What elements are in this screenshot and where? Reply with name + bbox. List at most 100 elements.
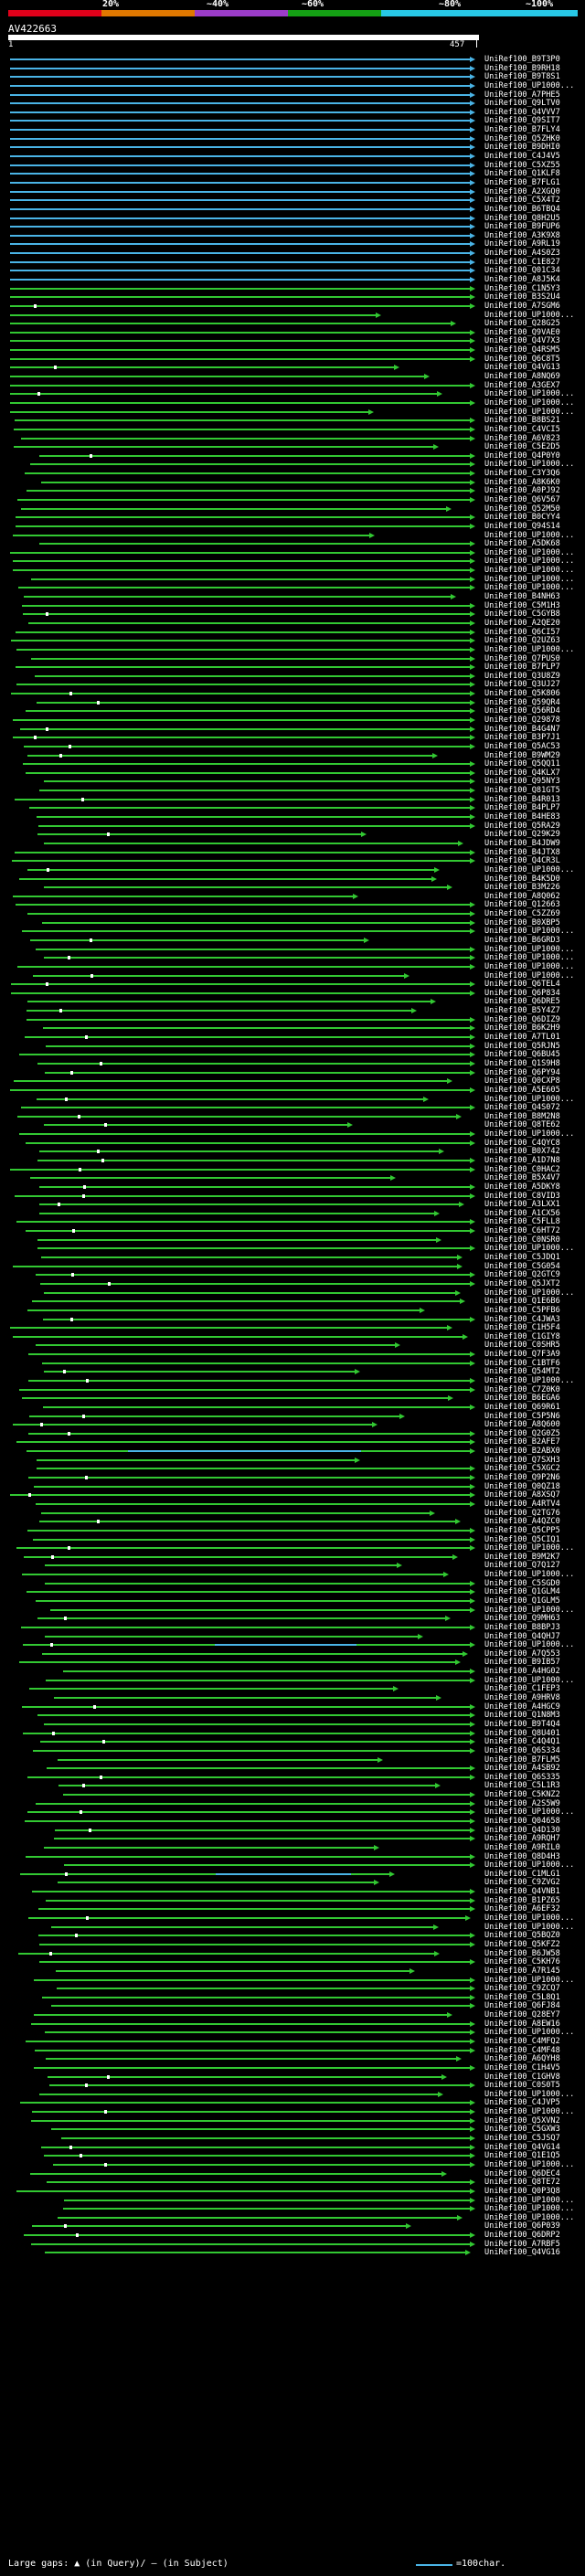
- hit-alignment-bar[interactable]: [10, 111, 470, 113]
- hit-label[interactable]: UniRef100_C1H5F4: [484, 1323, 560, 1332]
- hit-alignment-bar[interactable]: [10, 181, 470, 184]
- hit-alignment-bar[interactable]: [10, 217, 470, 219]
- hit-label[interactable]: UniRef100_UP1000...: [484, 1288, 574, 1298]
- hit-label[interactable]: UniRef100_C1GHV8: [484, 2072, 560, 2082]
- hit-label[interactable]: UniRef100_C7Z0K0: [484, 1385, 560, 1394]
- hit-label[interactable]: UniRef100_Q1KLF8: [484, 169, 560, 178]
- hit-label[interactable]: UniRef100_Q6BU45: [484, 1050, 560, 1059]
- hit-label[interactable]: UniRef100_Q69R61: [484, 1403, 560, 1412]
- hit-label[interactable]: UniRef100_A7TL01: [484, 1033, 560, 1042]
- hit-label[interactable]: UniRef100_B5X4V7: [484, 1173, 560, 1182]
- hit-alignment-bar[interactable]: [10, 323, 451, 325]
- hit-label[interactable]: UniRef100_Q3UJ27: [484, 680, 560, 689]
- hit-label[interactable]: UniRef100_B6EGA6: [484, 1394, 560, 1403]
- hit-label[interactable]: UniRef100_A5E605: [484, 1086, 560, 1095]
- hit-alignment-bar[interactable]: [63, 1670, 470, 1673]
- hit-alignment-bar[interactable]: [42, 1652, 463, 1655]
- hit-alignment-bar[interactable]: [22, 1397, 448, 1400]
- hit-label[interactable]: UniRef100_B8BS21: [484, 416, 560, 425]
- hit-alignment-bar[interactable]: [10, 376, 424, 378]
- hit-alignment-bar[interactable]: [36, 1274, 470, 1277]
- hit-alignment-bar[interactable]: [10, 173, 470, 175]
- hit-alignment-bar[interactable]: [26, 771, 470, 774]
- hit-label[interactable]: UniRef100_Q56RD4: [484, 706, 560, 716]
- hit-label[interactable]: UniRef100_A8XSQ7: [484, 1490, 560, 1500]
- hit-label[interactable]: UniRef100_C5FLL8: [484, 1217, 560, 1226]
- hit-alignment-bar[interactable]: [39, 454, 470, 457]
- hit-label[interactable]: UniRef100_B9DHI0: [484, 143, 560, 152]
- hit-label[interactable]: UniRef100_Q9VAE0: [484, 328, 560, 337]
- hit-alignment-bar[interactable]: [28, 1380, 470, 1382]
- hit-label[interactable]: UniRef100_Q5K806: [484, 689, 560, 698]
- hit-alignment-bar[interactable]: [37, 1247, 470, 1250]
- hit-alignment-bar[interactable]: [10, 551, 470, 554]
- hit-label[interactable]: UniRef100_B9WM29: [484, 751, 560, 760]
- hit-alignment-bar[interactable]: [40, 1282, 470, 1285]
- hit-alignment-bar[interactable]: [32, 2225, 406, 2228]
- hit-alignment-bar[interactable]: [22, 604, 470, 607]
- hit-alignment-bar[interactable]: [45, 1071, 470, 1074]
- hit-alignment-bar[interactable]: [54, 1697, 436, 1700]
- hit-alignment-bar[interactable]: [44, 842, 458, 844]
- hit-label[interactable]: UniRef100_C5PFB6: [484, 1306, 560, 1315]
- hit-label[interactable]: UniRef100_B6JW58: [484, 1949, 560, 1958]
- hit-alignment-bar[interactable]: [12, 860, 470, 863]
- hit-label[interactable]: UniRef100_UP1000...: [484, 945, 574, 954]
- hit-alignment-bar[interactable]: [10, 67, 470, 69]
- hit-alignment-bar[interactable]: [27, 1591, 470, 1594]
- hit-label[interactable]: UniRef100_UP1000...: [484, 1807, 574, 1817]
- hit-label[interactable]: UniRef100_Q6CI57: [484, 628, 560, 637]
- hit-alignment-bar[interactable]: [27, 1776, 470, 1778]
- hit-alignment-bar[interactable]: [37, 1468, 470, 1470]
- hit-label[interactable]: UniRef100_A7RBF5: [484, 2240, 560, 2249]
- hit-label[interactable]: UniRef100_B7FLM5: [484, 1755, 560, 1765]
- hit-alignment-bar[interactable]: [34, 1978, 470, 1981]
- hit-alignment-bar[interactable]: [11, 640, 470, 642]
- hit-label[interactable]: UniRef100_Q7Q127: [484, 1561, 560, 1570]
- hit-label[interactable]: UniRef100_Q0QZ18: [484, 1482, 560, 1491]
- hit-label[interactable]: UniRef100_Q2TG76: [484, 1509, 560, 1518]
- hit-label[interactable]: UniRef100_C5E2D5: [484, 442, 560, 451]
- hit-label[interactable]: UniRef100_UP1000...: [484, 2090, 574, 2099]
- hit-alignment-bar[interactable]: [13, 1335, 463, 1338]
- hit-alignment-bar[interactable]: [30, 939, 364, 941]
- hit-alignment-bar[interactable]: [29, 1688, 393, 1691]
- hit-alignment-bar[interactable]: [14, 428, 470, 430]
- hit-label[interactable]: UniRef100_B6K2H9: [484, 1023, 560, 1033]
- hit-alignment-bar[interactable]: [26, 2041, 470, 2042]
- hit-label[interactable]: UniRef100_B4R013: [484, 795, 560, 804]
- hit-label[interactable]: UniRef100_B4JTX8: [484, 848, 560, 857]
- hit-label[interactable]: UniRef100_B9T3P0: [484, 55, 560, 64]
- hit-alignment-bar[interactable]: [44, 1723, 470, 1725]
- hit-alignment-bar[interactable]: [58, 1882, 374, 1884]
- hit-label[interactable]: UniRef100_A4RTV4: [484, 1500, 560, 1509]
- hit-alignment-bar[interactable]: [10, 199, 470, 202]
- hit-alignment-bar[interactable]: [10, 1327, 447, 1330]
- hit-alignment-bar[interactable]: [10, 393, 437, 396]
- hit-label[interactable]: UniRef100_C5L1R3: [484, 1781, 560, 1790]
- hit-label[interactable]: UniRef100_Q8D4H3: [484, 1852, 560, 1861]
- hit-label[interactable]: UniRef100_Q4QHJ7: [484, 1632, 560, 1641]
- hit-alignment-bar[interactable]: [39, 1521, 455, 1523]
- hit-label[interactable]: UniRef100_B9T4Q4: [484, 1720, 560, 1729]
- hit-alignment-bar[interactable]: [45, 1635, 418, 1638]
- hit-alignment-bar[interactable]: [46, 1899, 470, 1902]
- hit-label[interactable]: UniRef100_C1N5Y3: [484, 284, 560, 293]
- hit-label[interactable]: UniRef100_B8BPJ3: [484, 1623, 560, 1632]
- hit-label[interactable]: UniRef100_Q1GLM5: [484, 1596, 560, 1606]
- hit-label[interactable]: UniRef100_B4NH63: [484, 592, 560, 601]
- hit-alignment-bar[interactable]: [26, 1141, 470, 1144]
- hit-alignment-bar[interactable]: [15, 419, 470, 422]
- hit-alignment-bar[interactable]: [10, 137, 470, 140]
- hit-label[interactable]: UniRef100_Q6S335: [484, 1773, 560, 1782]
- hit-alignment-bar[interactable]: [32, 2111, 470, 2114]
- hit-alignment-bar[interactable]: [27, 913, 470, 916]
- hit-alignment-bar[interactable]: [11, 991, 470, 994]
- hit-label[interactable]: UniRef100_C1H4V5: [484, 2063, 560, 2072]
- hit-label[interactable]: UniRef100_UP1000...: [484, 2213, 574, 2222]
- hit-label[interactable]: UniRef100_C9ZCQ7: [484, 1984, 560, 1993]
- hit-alignment-bar[interactable]: [51, 2005, 470, 2008]
- hit-label[interactable]: UniRef100_UP1000...: [484, 645, 574, 654]
- hit-alignment-bar[interactable]: [10, 164, 470, 166]
- hit-label[interactable]: UniRef100_Q6S334: [484, 1746, 560, 1755]
